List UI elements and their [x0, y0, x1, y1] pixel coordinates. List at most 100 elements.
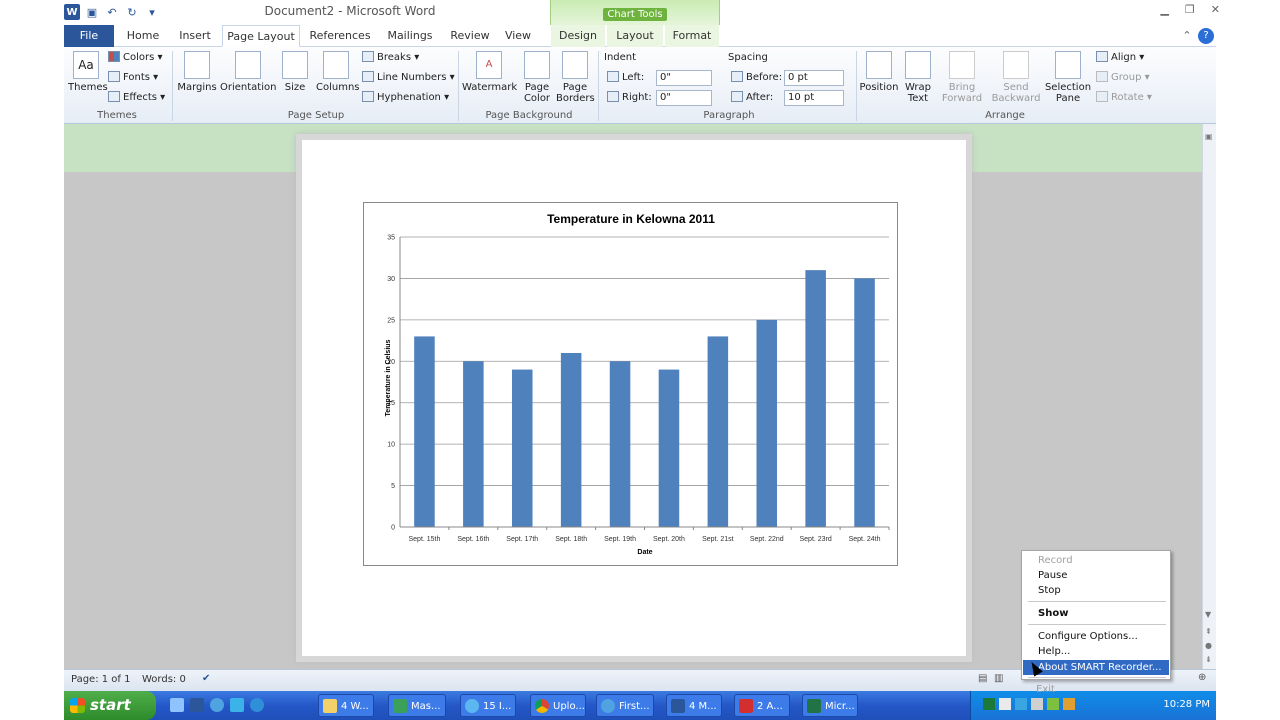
menu-item-show[interactable]: Show [1023, 606, 1169, 621]
save-icon[interactable]: ▣ [84, 4, 100, 20]
hyphenation-button[interactable]: Hyphenation ▾ [362, 90, 449, 106]
close-icon[interactable]: ✕ [1211, 3, 1220, 16]
help-icon[interactable]: ? [1198, 28, 1214, 44]
themes-button[interactable]: Aa Themes [68, 51, 108, 93]
print-layout-icon[interactable]: ▤ [978, 673, 987, 684]
wrap-text-button[interactable]: Wrap Text [902, 51, 934, 104]
colors-button[interactable]: Colors ▾ [108, 50, 163, 66]
chart[interactable]: 0 5 10 15 20 25 30 35 Sept. 15th Sept. 16th Sept.… [363, 202, 898, 566]
minimize-icon[interactable]: ▁ [1160, 3, 1168, 16]
taskbar-item-excel[interactable]: Micr... [802, 694, 858, 717]
taskbar-item-ie[interactable]: 15 I... [460, 694, 516, 717]
margins-button[interactable]: Margins [176, 51, 218, 93]
previous-page-icon[interactable]: ⇞ [1205, 627, 1212, 636]
tab-view[interactable]: View [500, 25, 536, 47]
tab-layout[interactable]: Layout [607, 25, 663, 47]
menu-item-about[interactable]: About SMART Recorder... [1023, 660, 1169, 675]
undo-icon[interactable]: ↶ [104, 4, 120, 20]
bar[interactable] [805, 270, 826, 527]
tray-icon[interactable] [1047, 698, 1059, 710]
word-count[interactable]: Words: 0 [142, 674, 186, 685]
zoom-in-icon[interactable]: ⊕ [1198, 672, 1206, 683]
tray-icon[interactable] [999, 698, 1011, 710]
group-button[interactable]: Group ▾ [1096, 70, 1150, 86]
word-icon[interactable]: W [64, 4, 80, 20]
orientation-button[interactable]: Orientation [220, 51, 276, 93]
bring-forward-button[interactable]: Bring Forward [938, 51, 986, 104]
quick-launch-icon[interactable] [170, 698, 184, 712]
tray-icon[interactable] [1015, 698, 1027, 710]
browse-object-icon[interactable]: ● [1205, 641, 1212, 650]
vertical-scrollbar[interactable]: ▣ ▼ ⇞ ● ⇟ [1202, 124, 1216, 669]
scroll-down-icon[interactable]: ▼ [1205, 610, 1211, 619]
position-button[interactable]: Position [858, 51, 900, 93]
indent-right-icon [607, 91, 619, 102]
bar[interactable] [463, 361, 484, 527]
next-page-icon[interactable]: ⇟ [1205, 655, 1212, 664]
redo-icon[interactable]: ↻ [124, 4, 140, 20]
fonts-button[interactable]: Fonts ▾ [108, 70, 158, 86]
bar[interactable] [609, 361, 631, 527]
tab-file[interactable]: File [64, 25, 114, 47]
indent-left-input[interactable]: 0" [656, 70, 712, 86]
menu-item-help[interactable]: Help... [1023, 644, 1169, 659]
bar[interactable] [511, 369, 533, 527]
send-backward-button[interactable]: Send Backward [988, 51, 1044, 104]
collapse-ribbon-icon[interactable]: ⌃ [1180, 25, 1194, 47]
spacing-after-input[interactable]: 10 pt [784, 90, 844, 106]
bar[interactable] [707, 336, 729, 527]
tab-mailings[interactable]: Mailings [382, 25, 438, 47]
network-launch-icon[interactable] [230, 698, 244, 712]
taskbar-item-folder[interactable]: 4 W... [318, 694, 374, 717]
tab-home[interactable]: Home [122, 25, 164, 47]
menu-item-stop[interactable]: Stop [1023, 583, 1169, 598]
rotate-button[interactable]: Rotate ▾ [1096, 90, 1152, 106]
ie-launch-icon[interactable] [210, 698, 224, 712]
tray-icon[interactable] [1063, 698, 1075, 710]
effects-button[interactable]: Effects ▾ [108, 90, 165, 106]
spacing-before-input[interactable]: 0 pt [784, 70, 844, 86]
tab-review[interactable]: Review [448, 25, 492, 47]
maximize-icon[interactable]: ❐ [1185, 3, 1195, 16]
page-color-button[interactable]: Page Color [520, 51, 554, 104]
bar[interactable] [414, 336, 435, 527]
selection-pane-button[interactable]: Selection Pane [1044, 51, 1092, 104]
breaks-button[interactable]: Breaks ▾ [362, 50, 419, 66]
proofing-icon[interactable]: ✔ [202, 673, 210, 684]
tab-format[interactable]: Format [665, 25, 719, 47]
watermark-button[interactable]: A Watermark [462, 51, 517, 93]
size-button[interactable]: Size [280, 51, 310, 93]
taskbar-item-first[interactable]: First... [596, 694, 654, 717]
tab-insert[interactable]: Insert [174, 25, 216, 47]
page-borders-button[interactable]: Page Borders [556, 51, 595, 104]
bar[interactable] [854, 278, 875, 527]
taskbar-item-acrobat[interactable]: 2 A... [734, 694, 790, 717]
bar[interactable] [756, 319, 778, 527]
indent-right-input[interactable]: 0" [656, 90, 712, 106]
menu-item-configure-options[interactable]: Configure Options... [1023, 629, 1169, 644]
full-screen-icon[interactable]: ▥ [994, 673, 1003, 684]
menu-item-pause[interactable]: Pause [1023, 568, 1169, 583]
clock[interactable]: 10:28 PM [1163, 699, 1210, 710]
browser-launch-icon[interactable] [250, 698, 264, 712]
menu-item-record[interactable]: Record [1023, 553, 1169, 568]
line-numbers-button[interactable]: Line Numbers ▾ [362, 70, 455, 86]
bar[interactable] [658, 369, 680, 527]
tab-references[interactable]: References [308, 25, 372, 47]
columns-button[interactable]: Columns [316, 51, 360, 93]
page-count[interactable]: Page: 1 of 1 [71, 674, 130, 685]
bar[interactable] [560, 353, 582, 527]
taskbar-item-mas[interactable]: Mas... [388, 694, 446, 717]
customize-icon[interactable]: ▾ [144, 4, 160, 20]
ruler-toggle-icon[interactable]: ▣ [1205, 132, 1213, 141]
align-button[interactable]: Align ▾ [1096, 50, 1144, 66]
start-button[interactable]: start [64, 691, 156, 720]
word-launch-icon[interactable] [190, 698, 204, 712]
tray-icon[interactable] [983, 698, 995, 710]
taskbar-item-word[interactable]: 4 M... [666, 694, 722, 717]
taskbar-item-chrome[interactable]: Uplo... [530, 694, 586, 717]
menu-item-exit[interactable]: Exit [1036, 684, 1055, 695]
tab-page-layout[interactable]: Page Layout [222, 25, 300, 47]
tray-icon[interactable] [1031, 698, 1043, 710]
tab-design[interactable]: Design [551, 25, 605, 47]
